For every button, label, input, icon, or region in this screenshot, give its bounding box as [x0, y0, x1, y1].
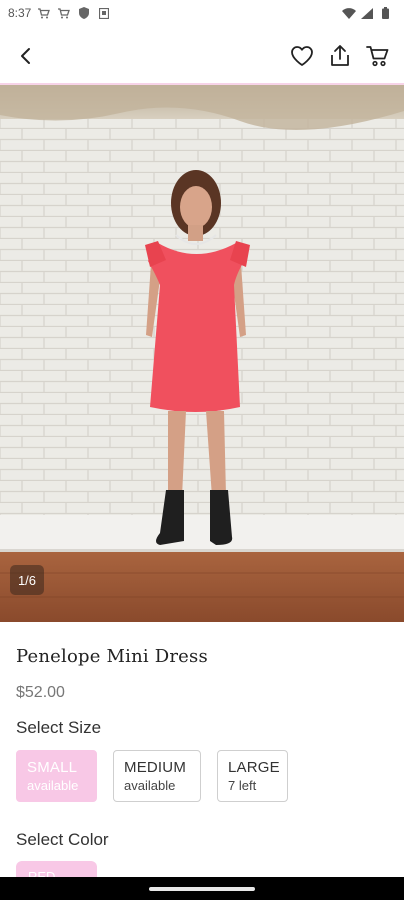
cart-icon — [37, 7, 51, 19]
square-icon — [97, 7, 111, 19]
product-price: $52.00 — [16, 684, 65, 701]
product-image[interactable] — [0, 85, 404, 622]
system-nav-bar — [0, 877, 404, 900]
size-option-small[interactable]: SMALL available — [16, 750, 97, 802]
size-option-name: SMALL — [27, 759, 78, 776]
back-arrow-icon[interactable] — [12, 42, 40, 70]
share-icon[interactable] — [326, 42, 354, 70]
size-option-availability: 7 left — [228, 778, 257, 793]
app-bar-actions — [288, 42, 392, 70]
size-option-availability: available — [124, 778, 176, 793]
status-right — [342, 7, 392, 19]
size-option-medium[interactable]: MEDIUM available — [113, 750, 201, 802]
image-counter: 1/6 — [10, 565, 44, 595]
shield-icon — [77, 7, 91, 19]
home-handle[interactable] — [149, 886, 255, 891]
heart-icon[interactable] — [288, 42, 316, 70]
status-time: 8:37 — [8, 6, 32, 20]
signal-icon — [360, 7, 374, 19]
status-bar: 8:37 — [0, 0, 404, 26]
select-size-label: Select Size — [16, 718, 102, 737]
status-left: 8:37 — [8, 6, 111, 20]
cart-icon[interactable] — [364, 42, 392, 70]
size-option-name: LARGE — [228, 759, 280, 776]
app-bar — [0, 30, 404, 82]
size-option-large[interactable]: LARGE 7 left — [217, 750, 288, 802]
select-color-label: Select Color — [16, 830, 109, 849]
product-title: Penelope Mini Dress — [16, 646, 208, 667]
size-options: SMALL available MEDIUM available LARGE 7… — [16, 750, 288, 802]
size-option-name: MEDIUM — [124, 759, 187, 776]
size-option-availability: available — [27, 778, 79, 793]
wifi-icon — [342, 7, 356, 19]
battery-icon — [378, 7, 392, 19]
cart-icon — [57, 7, 71, 19]
